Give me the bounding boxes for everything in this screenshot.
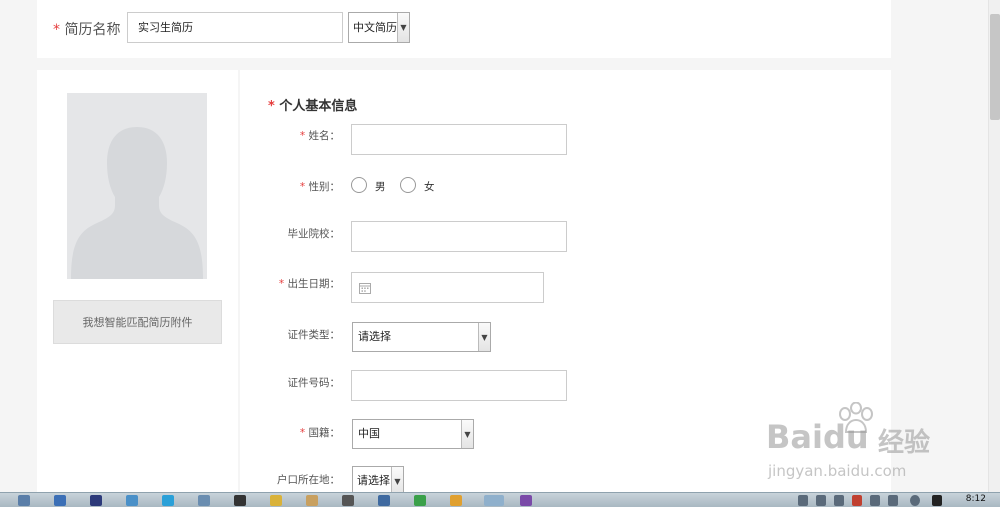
required-mark: * — [268, 99, 275, 114]
chevron-down-icon: ▼ — [391, 467, 403, 495]
section-title-text: 个人基本信息 — [279, 99, 358, 114]
nationality-label-text: 国籍： — [308, 427, 341, 439]
match-attachment-button[interactable]: 我想智能匹配简历附件 — [53, 300, 222, 344]
explorer-icon[interactable] — [198, 495, 210, 506]
tray-icon[interactable] — [798, 495, 808, 506]
gender-male-radio[interactable] — [351, 177, 367, 193]
watermark-brand-suffix: du — [822, 418, 869, 456]
app-icon[interactable] — [126, 495, 138, 506]
chevron-down-icon: ▼ — [397, 13, 409, 42]
id-number-input[interactable] — [351, 370, 567, 401]
id-type-label: 证件类型： — [287, 329, 341, 341]
tray-icon[interactable] — [816, 495, 826, 506]
chrome-icon[interactable] — [450, 495, 462, 506]
app-icon[interactable] — [306, 495, 318, 506]
nationality-label: * 国籍： — [240, 425, 340, 440]
app-icon[interactable] — [414, 495, 426, 506]
tray-icon[interactable] — [834, 495, 844, 506]
chevron-down-icon: ▼ — [461, 420, 473, 448]
chevron-down-icon: ▼ — [478, 323, 490, 351]
resume-language-select[interactable]: 中文简历 ▼ — [348, 12, 410, 43]
required-mark: * — [53, 22, 60, 38]
network-icon[interactable] — [888, 495, 898, 506]
gender-male-label: 男 — [375, 181, 386, 193]
watermark-brand: Bai — [766, 418, 823, 456]
gender-female-label: 女 — [424, 181, 435, 193]
terminal-icon[interactable] — [234, 495, 246, 506]
gender-female-radio[interactable] — [400, 177, 416, 193]
section-title: * 个人基本信息 — [268, 95, 357, 114]
birth-date-input[interactable] — [351, 272, 544, 303]
hukou-label: 户口所在地： — [277, 474, 340, 486]
watermark-product: 经验 — [878, 428, 931, 458]
resume-name-input[interactable]: 实习生简历 — [127, 12, 343, 43]
nationality-value: 中国 — [358, 427, 380, 440]
visual-studio-icon[interactable] — [520, 495, 532, 506]
gender-label: * 性别： — [240, 179, 340, 194]
resume-name-label: * 简历名称 — [53, 19, 120, 39]
name-label: * 姓名： — [240, 128, 340, 143]
page-scrollbar[interactable] — [988, 0, 1000, 492]
baidu-watermark: Baidu 经验 jingyan.baidu.com — [766, 402, 956, 492]
required-mark: * — [299, 427, 306, 439]
id-type-value: 请选择 — [358, 330, 391, 343]
gender-label-text: 性别： — [308, 181, 341, 193]
id-number-label: 证件号码： — [287, 377, 341, 389]
birth-label: * 出生日期： — [240, 276, 340, 291]
photo-panel: 我想智能匹配简历附件 — [37, 70, 238, 500]
app-grid-icon[interactable] — [54, 495, 66, 506]
avatar-placeholder-icon[interactable] — [67, 93, 207, 279]
browser-icon[interactable] — [162, 495, 174, 506]
resume-language-value: 中文简历 — [353, 21, 397, 34]
school-label: 毕业院校： — [287, 228, 341, 240]
app-icon[interactable] — [342, 495, 354, 506]
required-mark: * — [299, 181, 306, 193]
required-mark: * — [278, 278, 285, 290]
nationality-select[interactable]: 中国 ▼ — [352, 419, 474, 449]
id-type-select[interactable]: 请选择 ▼ — [352, 322, 491, 352]
volume-icon[interactable] — [870, 495, 880, 506]
tray-icon[interactable] — [852, 495, 862, 506]
os-taskbar: 8:12 — [0, 492, 1000, 507]
start-icon[interactable] — [18, 495, 30, 506]
resume-name-label-text: 简历名称 — [64, 22, 121, 38]
app-icon[interactable] — [378, 495, 390, 506]
clock[interactable]: 8:12 — [966, 494, 986, 504]
tray-icon[interactable] — [910, 495, 920, 506]
photoshop-icon[interactable] — [90, 495, 102, 506]
school-input[interactable] — [351, 221, 567, 252]
birth-label-text: 出生日期： — [287, 278, 341, 290]
name-input[interactable] — [351, 124, 567, 155]
scrollbar-thumb[interactable] — [990, 14, 1000, 120]
app-icon[interactable] — [270, 495, 282, 506]
resume-name-card: * 简历名称 实习生简历 中文简历 ▼ — [37, 0, 891, 58]
tray-icon[interactable] — [932, 495, 942, 506]
required-mark: * — [299, 130, 306, 142]
watermark-url: jingyan.baidu.com — [768, 462, 907, 480]
hukou-value: 请选择 — [357, 474, 390, 487]
name-label-text: 姓名： — [308, 130, 341, 142]
active-window-icon[interactable] — [484, 495, 504, 506]
calendar-icon — [359, 283, 371, 294]
